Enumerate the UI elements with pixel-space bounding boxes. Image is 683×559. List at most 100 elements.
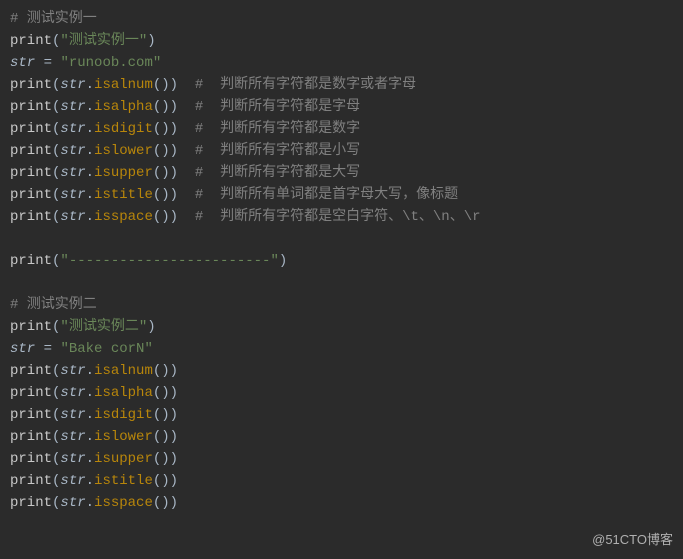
method-name: islower xyxy=(94,143,153,159)
code-line: # 测试实例二 xyxy=(10,294,673,316)
code-line: print("------------------------") xyxy=(10,250,673,272)
code-line: # 测试实例一 xyxy=(10,8,673,30)
variable: str xyxy=(60,209,85,225)
fn-print: print xyxy=(10,77,52,93)
string-literal: "测试实例二" xyxy=(60,319,147,335)
call-parens: () xyxy=(153,187,170,203)
code-line: print(str.islower()) # 判断所有字符都是小写 xyxy=(10,140,673,162)
paren-close: ) xyxy=(170,99,178,115)
dot-op: . xyxy=(86,99,94,115)
fn-print: print xyxy=(10,209,52,225)
call-parens: () xyxy=(153,99,170,115)
variable: str xyxy=(60,143,85,159)
method-name: isdigit xyxy=(94,407,153,423)
paren-close: ) xyxy=(147,319,155,335)
paren-close: ) xyxy=(170,165,178,181)
paren-close: ) xyxy=(170,385,178,401)
inline-comment: # 判断所有字符都是数字或者字母 xyxy=(195,77,416,93)
method-name: isupper xyxy=(94,451,153,467)
inline-comment: # 判断所有字符都是字母 xyxy=(195,99,360,115)
string-literal: "------------------------" xyxy=(60,253,278,269)
fn-print: print xyxy=(10,495,52,511)
comment-text: # 测试实例二 xyxy=(10,297,97,313)
call-parens: () xyxy=(153,209,170,225)
variable: str xyxy=(60,495,85,511)
dot-op: . xyxy=(86,165,94,181)
fn-print: print xyxy=(10,363,52,379)
inline-comment: # 判断所有单词都是首字母大写，像标题 xyxy=(195,187,458,203)
code-line: print(str.isalnum()) # 判断所有字符都是数字或者字母 xyxy=(10,74,673,96)
method-name: isalnum xyxy=(94,363,153,379)
call-parens: () xyxy=(153,407,170,423)
code-line: print("测试实例二") xyxy=(10,316,673,338)
dot-op: . xyxy=(86,363,94,379)
assign-op: = xyxy=(35,341,60,357)
fn-print: print xyxy=(10,385,52,401)
inline-comment: # 判断所有字符都是小写 xyxy=(195,143,360,159)
fn-print: print xyxy=(10,319,52,335)
code-line: print(str.isalnum()) xyxy=(10,360,673,382)
code-block: # 测试实例一 print("测试实例一") str = "runoob.com" p… xyxy=(0,0,683,514)
variable: str xyxy=(10,55,35,71)
call-parens: () xyxy=(153,143,170,159)
comment-text: # 测试实例一 xyxy=(10,11,97,27)
string-literal: "runoob.com" xyxy=(60,55,161,71)
variable: str xyxy=(60,407,85,423)
variable: str xyxy=(60,165,85,181)
paren-close: ) xyxy=(170,77,178,93)
inline-comment: # 判断所有字符都是大写 xyxy=(195,165,360,181)
dot-op: . xyxy=(86,187,94,203)
fn-print: print xyxy=(10,473,52,489)
method-name: isspace xyxy=(94,209,153,225)
code-line: print(str.isdigit()) xyxy=(10,404,673,426)
paren-close: ) xyxy=(170,429,178,445)
fn-print: print xyxy=(10,143,52,159)
fn-print: print xyxy=(10,407,52,423)
paren-close: ) xyxy=(170,473,178,489)
dot-op: . xyxy=(86,407,94,423)
variable: str xyxy=(60,473,85,489)
method-name: istitle xyxy=(94,473,153,489)
string-literal: "Bake corN" xyxy=(60,341,152,357)
code-line: str = "Bake corN" xyxy=(10,338,673,360)
fn-print: print xyxy=(10,187,52,203)
assign-op: = xyxy=(35,55,60,71)
call-parens: () xyxy=(153,385,170,401)
method-name: isalpha xyxy=(94,99,153,115)
method-name: isspace xyxy=(94,495,153,511)
method-name: isupper xyxy=(94,165,153,181)
method-name: isalpha xyxy=(94,385,153,401)
watermark: @51CTO博客 xyxy=(592,529,673,551)
inline-comment: # 判断所有字符都是数字 xyxy=(195,121,360,137)
method-name: isalnum xyxy=(94,77,153,93)
method-name: islower xyxy=(94,429,153,445)
fn-print: print xyxy=(10,253,52,269)
dot-op: . xyxy=(86,77,94,93)
fn-print: print xyxy=(10,165,52,181)
code-line xyxy=(10,272,673,294)
variable: str xyxy=(60,385,85,401)
call-parens: () xyxy=(153,473,170,489)
paren-close: ) xyxy=(170,451,178,467)
variable: str xyxy=(60,121,85,137)
code-line: print(str.isalpha()) # 判断所有字符都是字母 xyxy=(10,96,673,118)
dot-op: . xyxy=(86,121,94,137)
code-line: print(str.istitle()) # 判断所有单词都是首字母大写，像标题 xyxy=(10,184,673,206)
dot-op: . xyxy=(86,473,94,489)
paren-close: ) xyxy=(147,33,155,49)
code-line: print(str.isspace()) xyxy=(10,492,673,514)
fn-print: print xyxy=(10,429,52,445)
inline-comment: # 判断所有字符都是空白字符、\t、\n、\r xyxy=(195,209,481,225)
code-line: print(str.isdigit()) # 判断所有字符都是数字 xyxy=(10,118,673,140)
variable: str xyxy=(60,99,85,115)
method-name: isdigit xyxy=(94,121,153,137)
dot-op: . xyxy=(86,143,94,159)
fn-print: print xyxy=(10,451,52,467)
variable: str xyxy=(60,429,85,445)
code-line: print("测试实例一") xyxy=(10,30,673,52)
call-parens: () xyxy=(153,121,170,137)
method-name: istitle xyxy=(94,187,153,203)
paren-close: ) xyxy=(170,495,178,511)
code-line: print(str.islower()) xyxy=(10,426,673,448)
code-line: print(str.istitle()) xyxy=(10,470,673,492)
